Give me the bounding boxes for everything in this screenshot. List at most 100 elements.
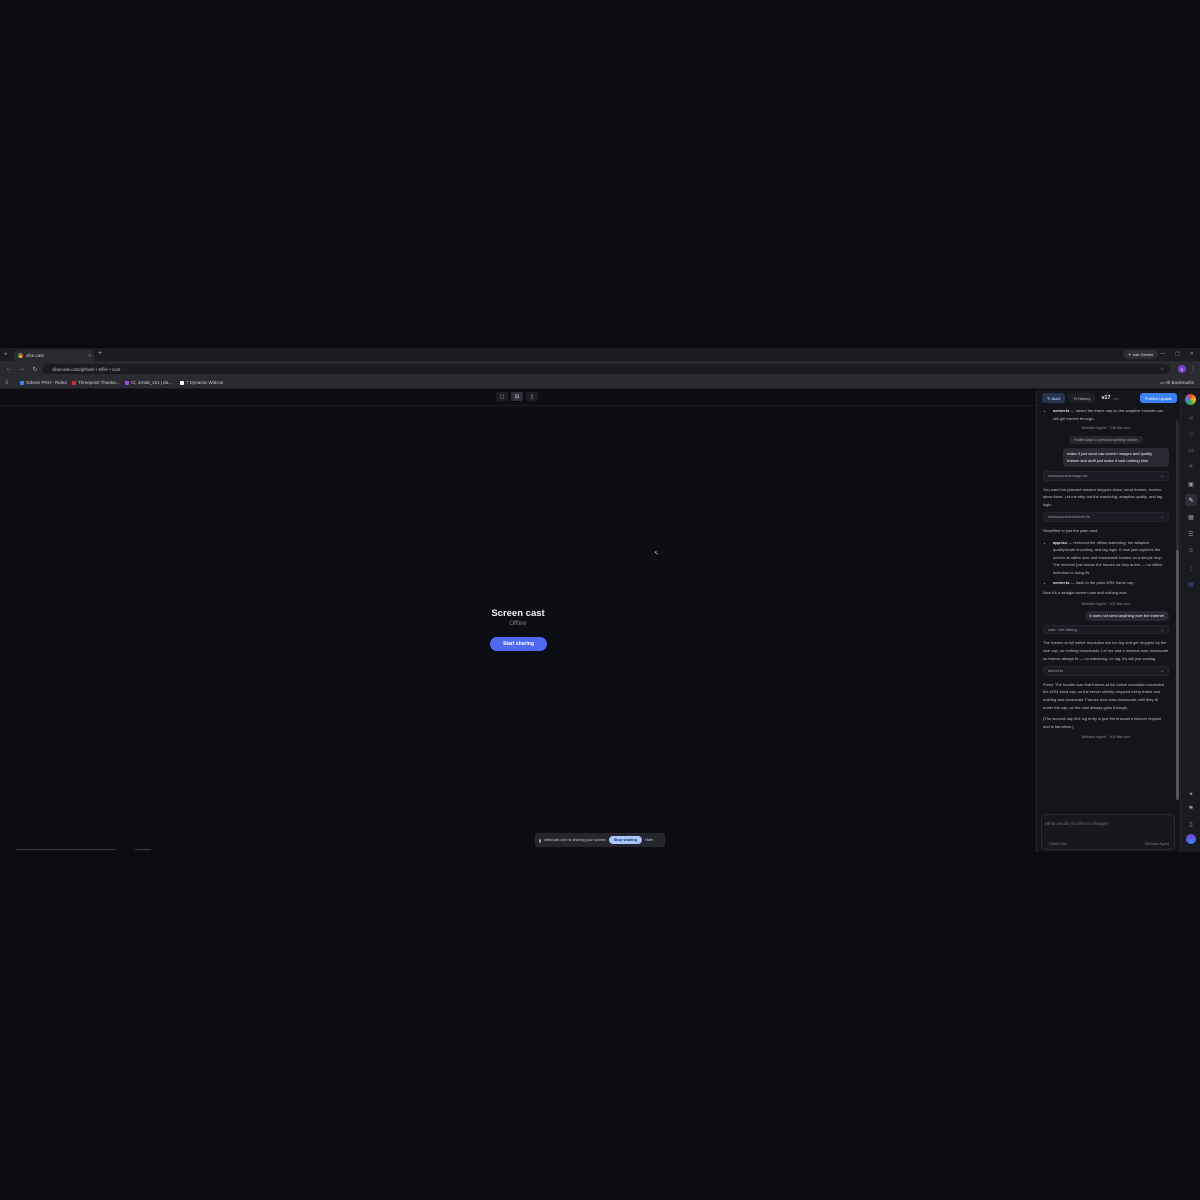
- side-rail: ♫ ♡ ▭ ✧ ▣ ✎ ▦ ☰ ☺ ⋮ ▦ ✦ ⚑ ▯: [1180, 390, 1200, 852]
- chevron-down-icon: ⌄: [1160, 472, 1164, 478]
- bookmark-item[interactable]: Cl, 4Jnak_v21 | da...: [125, 380, 172, 385]
- grid-icon[interactable]: ▦: [1185, 578, 1197, 590]
- star-icon[interactable]: ✧: [1185, 460, 1197, 472]
- start-sharing-button[interactable]: Start sharing: [490, 637, 547, 651]
- view-mode-toggle: ▢ ⊡ ▯: [496, 392, 538, 401]
- close-window-icon[interactable]: ✕: [1190, 351, 1194, 357]
- share-message: vibecode.com is sharing your screen: [544, 838, 606, 842]
- agent-meta: Website Agent · 708 this turn: [1081, 426, 1131, 431]
- page-title: Screen cast: [491, 608, 545, 619]
- divider: [135, 849, 151, 850]
- forward-icon[interactable]: →: [18, 366, 26, 372]
- agent-meta: Website Agent · 104 this turn: [1081, 601, 1131, 606]
- tab-search-icon[interactable]: ◂: [4, 351, 7, 357]
- url-text: vibecode.cast/github/ • 8/file • cast: [52, 366, 121, 372]
- mouse-cursor-icon: ↖: [654, 551, 660, 557]
- share-indicator-icon: ▮: [539, 838, 542, 843]
- bookmark-star-icon[interactable]: ☆: [1160, 366, 1164, 372]
- tab-build[interactable]: ✎ Build: [1042, 393, 1066, 403]
- chevron-down-icon: ⌄: [1160, 626, 1164, 632]
- mobile-view-button[interactable]: ▯: [526, 392, 538, 401]
- flag-icon[interactable]: ⚑: [1185, 802, 1197, 814]
- address-bar[interactable]: vibecode.cast/github/ • 8/file • cast ☆: [42, 364, 1170, 374]
- publish-update-button[interactable]: Publish Update: [1139, 393, 1177, 403]
- agent-message: You want the planned session stripped do…: [1043, 486, 1163, 507]
- list-item: app.tsx — removed the offline watchdog, …: [1053, 539, 1169, 577]
- browser-tab[interactable]: vibe.cast ×: [14, 350, 94, 361]
- all-bookmarks-button[interactable]: ▭ All Bookmarks: [1160, 380, 1194, 386]
- toolbar: ← → ↻ vibecode.cast/github/ • 8/file • c…: [0, 361, 1200, 377]
- browser-menu-icon[interactable]: ⋮: [1190, 365, 1196, 372]
- heart-icon[interactable]: ♡: [1185, 428, 1197, 440]
- screen-share-bar: ▮ vibecode.com is sharing your screen St…: [535, 833, 665, 847]
- tab-title: vibe.cast: [26, 353, 44, 358]
- apps-grid-icon[interactable]: ⠿: [5, 380, 8, 386]
- list: app.tsx — removed the offline watchdog, …: [1043, 539, 1169, 587]
- wrench-icon[interactable]: ✎: [1185, 494, 1197, 506]
- stop-sharing-button[interactable]: Stop sharing: [608, 836, 642, 844]
- divider: [16, 849, 116, 850]
- agent-selector[interactable]: Website Agent: [1145, 842, 1169, 846]
- agent-message: The frames at full native resolution are…: [1043, 640, 1169, 661]
- composer: ⌁ Attach file Website Agent: [1041, 814, 1175, 850]
- book-icon[interactable]: ▯: [1185, 818, 1197, 830]
- agent-panel: ✎ Build ⟲ History v17 ver Publish Update…: [1036, 390, 1180, 852]
- profile-avatar[interactable]: K: [1178, 365, 1186, 373]
- desktop-view-button[interactable]: ▢: [496, 392, 508, 401]
- chevron-down-icon: ⌄: [1160, 514, 1164, 520]
- tab-close-icon[interactable]: ×: [88, 353, 91, 358]
- agent-message: (The second day 404 log entry is just th…: [1043, 716, 1162, 729]
- maximize-icon[interactable]: ▢: [1175, 351, 1180, 357]
- file-chip[interactable]: server.ts ⌄: [1043, 666, 1169, 676]
- chat-log[interactable]: server.ts — raised the frame cap so the …: [1037, 407, 1175, 810]
- list: server.ts — raised the frame cap so the …: [1043, 407, 1169, 422]
- status-badge[interactable]: Rolled back to previous working version: [1069, 435, 1143, 444]
- scrollbar-thumb[interactable]: [1176, 550, 1179, 800]
- list-item: server.ts — raised the frame cap so the …: [1053, 407, 1169, 422]
- gemini-label: Ask Gemini: [1132, 352, 1153, 357]
- bookmark-item[interactable]: 7 Dynamic Widcos: [180, 380, 223, 385]
- prompt-input[interactable]: [1045, 818, 1171, 828]
- tab-strip: ◂ vibe.cast × + ✦ Ask Gemini — ▢ ✕: [0, 348, 1200, 361]
- reload-icon[interactable]: ↻: [31, 366, 39, 373]
- tab-favicon-icon: [18, 353, 23, 358]
- grid-icon[interactable]: ▦: [1185, 511, 1197, 523]
- chevron-down-icon: ⌄: [1160, 668, 1164, 674]
- tablet-view-button[interactable]: ⊡: [511, 392, 523, 401]
- folder-icon[interactable]: ▭: [1185, 444, 1197, 456]
- tab-history[interactable]: ⟲ History: [1068, 393, 1096, 403]
- version-label: v17: [1101, 395, 1111, 401]
- gemini-icon[interactable]: [1186, 834, 1196, 844]
- agent-message: Fixed. The trouble was that frames at fu…: [1043, 681, 1164, 710]
- file-chip[interactable]: cast · net debug ⌄: [1043, 624, 1169, 635]
- attach-button[interactable]: ⌁ Attach file: [1047, 841, 1067, 846]
- bookmark-favicon-icon: [72, 380, 76, 385]
- image-icon[interactable]: ▣: [1185, 478, 1197, 490]
- gemini-button[interactable]: ✦ Ask Gemini: [1123, 350, 1158, 359]
- agent-message: Simplified to just the plain cast:: [1043, 527, 1098, 533]
- divider: [0, 405, 1036, 406]
- bookmark-item[interactable]: Threepoint Thanka...: [72, 380, 119, 385]
- file-chip[interactable]: workspace/src/server.ts ⌄: [1043, 512, 1169, 522]
- bell-icon[interactable]: ♫: [1185, 412, 1197, 424]
- hide-button[interactable]: Hide: [645, 838, 653, 842]
- sparkle-icon[interactable]: ✦: [1185, 788, 1197, 800]
- panel-header: ✎ Build ⟲ History v17 ver Publish Update: [1037, 390, 1181, 406]
- bookmark-favicon-icon: [20, 380, 24, 385]
- minimize-icon[interactable]: —: [1160, 351, 1165, 357]
- user-icon[interactable]: ☺: [1185, 545, 1197, 557]
- bookmark-item[interactable]: Gdown PRH - Ridea: [20, 380, 67, 385]
- agent-message: Now it's a straight screen cast and noth…: [1043, 590, 1128, 596]
- new-tab-button[interactable]: +: [98, 350, 102, 357]
- file-chip[interactable]: workspace/src/app.tsx ⌄: [1043, 470, 1169, 481]
- bookmark-favicon-icon: [125, 380, 129, 385]
- agent-meta: Website Agent · 104 this turn: [1081, 735, 1131, 740]
- back-icon[interactable]: ←: [5, 366, 13, 372]
- pencil-icon: ✎: [1047, 395, 1051, 401]
- avatar-icon[interactable]: [1185, 394, 1196, 405]
- more-icon[interactable]: ⋮: [1185, 562, 1197, 574]
- chat-icon[interactable]: ☰: [1185, 528, 1197, 540]
- user-message: make it just send raw screen images and …: [1063, 447, 1169, 467]
- user-message: it does not send anything over the inter…: [1043, 611, 1169, 621]
- version-sub: ver: [1113, 395, 1120, 401]
